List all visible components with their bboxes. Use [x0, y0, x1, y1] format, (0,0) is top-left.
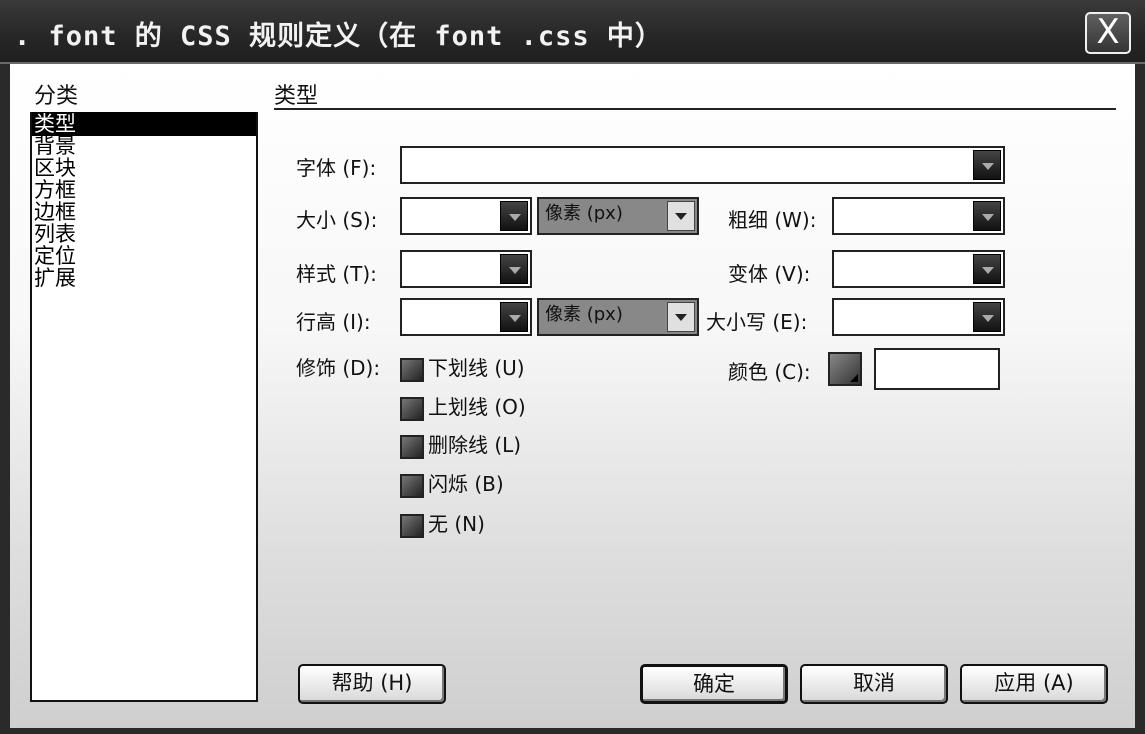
- category-item-positioning[interactable]: 定位: [32, 244, 256, 268]
- css-rule-dialog: . font 的 CSS 规则定义（在 font .css 中） X 分类 类型…: [0, 0, 1145, 734]
- line-height-combo[interactable]: [400, 298, 532, 336]
- size-dropdown-arrow-icon[interactable]: [500, 201, 528, 231]
- none-checkbox[interactable]: [400, 513, 424, 538]
- title-bar[interactable]: . font 的 CSS 规则定义（在 font .css 中） X: [0, 0, 1145, 64]
- section-title: 类型: [274, 84, 319, 109]
- weight-dropdown-arrow-icon[interactable]: [973, 201, 1001, 231]
- cancel-button[interactable]: 取消: [800, 664, 948, 704]
- line-height-dropdown-arrow-icon[interactable]: [500, 302, 528, 332]
- size-unit-value: 像素 (px): [545, 203, 623, 224]
- line-height-unit-select[interactable]: 像素 (px): [537, 298, 699, 336]
- decoration-underline[interactable]: 下划线 (U): [400, 352, 525, 382]
- style-dropdown-arrow-icon[interactable]: [500, 254, 528, 284]
- category-item-block[interactable]: 区块: [32, 156, 256, 180]
- apply-button[interactable]: 应用 (A): [960, 664, 1108, 704]
- size-label: 大小 (S):: [296, 208, 378, 232]
- line-height-label: 行高 (I):: [296, 310, 371, 334]
- case-label: 大小写 (E):: [706, 310, 808, 334]
- decoration-blink[interactable]: 闪烁 (B): [400, 468, 504, 498]
- line-height-unit-chevron-down-icon[interactable]: [667, 302, 695, 332]
- size-combo[interactable]: [400, 197, 532, 235]
- decoration-label: 修饰 (D):: [296, 356, 381, 380]
- overline-checkbox[interactable]: [400, 396, 424, 421]
- variant-select[interactable]: [832, 250, 1005, 288]
- overline-label: 上划线 (O): [428, 395, 526, 419]
- category-label: 分类: [34, 84, 79, 109]
- weight-select[interactable]: [832, 197, 1005, 235]
- category-item-type[interactable]: 类型: [32, 112, 256, 136]
- style-select[interactable]: [400, 250, 532, 288]
- size-unit-select[interactable]: 像素 (px): [537, 197, 699, 235]
- blink-checkbox[interactable]: [400, 473, 424, 498]
- style-label: 样式 (T):: [296, 262, 377, 286]
- category-item-border[interactable]: 边框: [32, 200, 256, 224]
- category-item-box[interactable]: 方框: [32, 178, 256, 202]
- font-dropdown-arrow-icon[interactable]: [973, 150, 1001, 180]
- underline-checkbox[interactable]: [400, 357, 424, 382]
- line-through-label: 删除线 (L): [428, 433, 522, 457]
- variant-label: 变体 (V):: [728, 262, 811, 286]
- help-button[interactable]: 帮助 (H): [298, 664, 446, 704]
- case-select[interactable]: [832, 298, 1005, 336]
- font-label: 字体 (F):: [296, 156, 377, 180]
- color-picker-button[interactable]: [828, 352, 862, 386]
- category-item-extensions[interactable]: 扩展: [32, 266, 256, 290]
- none-label: 无 (N): [428, 512, 485, 536]
- category-item-background[interactable]: 背景: [32, 134, 256, 158]
- color-input[interactable]: [874, 348, 1000, 390]
- weight-label: 粗细 (W):: [728, 208, 817, 232]
- case-dropdown-arrow-icon[interactable]: [973, 302, 1001, 332]
- decoration-none[interactable]: 无 (N): [400, 508, 485, 538]
- blink-label: 闪烁 (B): [428, 472, 504, 496]
- decoration-overline[interactable]: 上划线 (O): [400, 391, 526, 421]
- line-through-checkbox[interactable]: [400, 434, 424, 459]
- size-unit-chevron-down-icon[interactable]: [667, 201, 695, 231]
- window-title: . font 的 CSS 规则定义（在 font .css 中）: [14, 21, 663, 52]
- ok-button[interactable]: 确定: [640, 664, 788, 704]
- category-item-list[interactable]: 列表: [32, 222, 256, 246]
- dialog-body: 分类 类型 背景 区块 方框 边框 列表 定位 扩展 类型 字体 (F): 大小…: [10, 64, 1135, 728]
- close-button[interactable]: X: [1085, 12, 1131, 54]
- section-divider: [274, 108, 1116, 110]
- color-label: 颜色 (C):: [728, 360, 811, 384]
- line-height-unit-value: 像素 (px): [545, 304, 623, 325]
- close-icon: X: [1096, 12, 1120, 52]
- decoration-line-through[interactable]: 删除线 (L): [400, 429, 522, 459]
- variant-dropdown-arrow-icon[interactable]: [973, 254, 1001, 284]
- font-select[interactable]: [400, 146, 1005, 184]
- underline-label: 下划线 (U): [428, 356, 525, 380]
- category-list[interactable]: 类型 背景 区块 方框 边框 列表 定位 扩展: [30, 112, 258, 702]
